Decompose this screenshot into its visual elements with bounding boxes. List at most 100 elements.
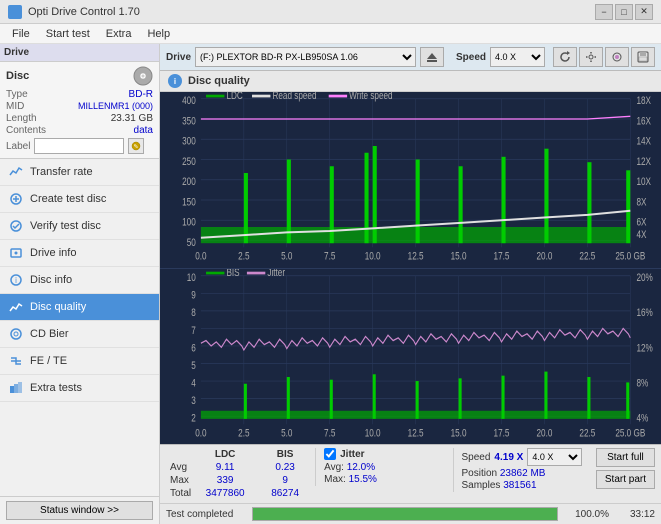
svg-text:✎: ✎	[134, 144, 139, 151]
svg-text:20%: 20%	[636, 272, 653, 284]
start-part-button[interactable]: Start part	[596, 470, 655, 489]
sidebar-item-transfer-rate[interactable]: Transfer rate	[0, 159, 159, 186]
chart-ldc: 400 350 300 250 200 150 100 50 18X 16X 1…	[160, 92, 661, 269]
sidebar-label-cd-bier: CD Bier	[30, 328, 69, 340]
svg-text:250: 250	[182, 156, 196, 168]
title-bar: Opti Drive Control 1.70 − □ ✕	[0, 0, 661, 24]
sidebar-item-drive-info[interactable]: Drive info	[0, 240, 159, 267]
svg-text:7.5: 7.5	[324, 427, 335, 439]
sidebar-item-extra-tests[interactable]: Extra tests	[0, 375, 159, 402]
stat-max-row: Max 339 9	[166, 474, 315, 487]
sidebar-label-create-test: Create test disc	[30, 193, 106, 205]
svg-text:i: i	[15, 276, 17, 285]
menu-bar: File Start test Extra Help	[0, 24, 661, 44]
sidebar-item-create-test-disc[interactable]: Create test disc	[0, 186, 159, 213]
save-button[interactable]	[631, 47, 655, 67]
disc-contents-row: Contents data	[6, 125, 153, 136]
svg-text:0.0: 0.0	[195, 250, 206, 262]
progress-row: Test completed 100.0% 33:12	[160, 504, 661, 524]
menu-extra[interactable]: Extra	[98, 26, 140, 42]
speed-dropdown[interactable]: 4.0 X	[490, 47, 545, 67]
svg-text:100: 100	[182, 217, 196, 229]
progress-time: 33:12	[615, 509, 655, 520]
jitter-header: Jitter	[324, 448, 452, 460]
svg-text:Read speed: Read speed	[272, 92, 316, 102]
svg-text:Write speed: Write speed	[349, 92, 392, 102]
nav-section: Transfer rate Create test disc Verify te…	[0, 159, 159, 496]
status-window-button[interactable]: Status window >>	[6, 501, 153, 520]
svg-text:400: 400	[182, 95, 196, 107]
ldc-bis-table: LDC BIS Avg 9.11 0.23 Max 339	[166, 448, 315, 500]
position-value: 23862 MB	[500, 468, 546, 479]
sidebar-item-disc-info[interactable]: i Disc info	[0, 267, 159, 294]
samples-value: 381561	[503, 480, 536, 491]
svg-text:8%: 8%	[636, 377, 648, 389]
disc-label-button[interactable]: ✎	[128, 138, 144, 154]
disc-info-icon: i	[8, 272, 24, 288]
svg-text:12.5: 12.5	[408, 250, 424, 262]
svg-text:20.0: 20.0	[536, 250, 552, 262]
app-title: Opti Drive Control 1.70	[28, 6, 140, 18]
charts-area: 400 350 300 250 200 150 100 50 18X 16X 1…	[160, 92, 661, 444]
drive-dropdown[interactable]: (F:) PLEXTOR BD-R PX-LB950SA 1.06	[195, 47, 416, 67]
disc-icon	[133, 66, 153, 86]
content-area: Drive (F:) PLEXTOR BD-R PX-LB950SA 1.06 …	[160, 44, 661, 524]
sidebar-label-disc-quality: Disc quality	[30, 301, 86, 313]
start-full-button[interactable]: Start full	[596, 448, 655, 467]
svg-text:Jitter: Jitter	[267, 269, 285, 279]
disc-quality-title: Disc quality	[188, 75, 250, 87]
svg-text:16%: 16%	[636, 307, 653, 319]
settings-icon	[585, 51, 597, 63]
progress-bar-container	[252, 507, 558, 521]
svg-text:2.5: 2.5	[238, 427, 249, 439]
svg-text:0.0: 0.0	[195, 427, 206, 439]
svg-text:BIS: BIS	[226, 269, 239, 279]
sidebar-item-verify-test-disc[interactable]: Verify test disc	[0, 213, 159, 240]
create-disc-icon	[8, 191, 24, 207]
menu-start-test[interactable]: Start test	[38, 26, 98, 42]
svg-text:6X: 6X	[636, 217, 647, 229]
sidebar-label-disc-info: Disc info	[30, 274, 72, 286]
settings-button[interactable]	[579, 47, 603, 67]
status-text: Test completed	[166, 509, 246, 520]
svg-text:4%: 4%	[636, 412, 648, 424]
refresh-button[interactable]	[553, 47, 577, 67]
menu-file[interactable]: File	[4, 26, 38, 42]
chart-ldc-svg: 400 350 300 250 200 150 100 50 18X 16X 1…	[160, 92, 661, 268]
svg-text:12X: 12X	[636, 156, 651, 168]
sidebar-label-extra-tests: Extra tests	[30, 382, 82, 394]
svg-text:8X: 8X	[636, 196, 647, 208]
svg-text:18X: 18X	[636, 95, 651, 107]
progress-percent: 100.0%	[564, 509, 609, 520]
disc-label-input[interactable]	[34, 138, 124, 154]
disc-mid-row: MID MILLENMR1 (000)	[6, 101, 153, 112]
label-icon: ✎	[131, 141, 141, 151]
close-button[interactable]: ✕	[635, 4, 653, 20]
svg-text:300: 300	[182, 136, 196, 148]
disc-quality-header: i Disc quality	[160, 71, 661, 92]
title-bar-left: Opti Drive Control 1.70	[8, 5, 140, 19]
disc-panel-title: Disc	[6, 70, 29, 82]
svg-text:22.5: 22.5	[579, 250, 595, 262]
jitter-checkbox[interactable]	[324, 448, 336, 460]
color-picker-button[interactable]	[605, 47, 629, 67]
speed-select[interactable]: 4.0 X	[527, 448, 582, 466]
svg-text:15.0: 15.0	[451, 427, 467, 439]
svg-text:25.0 GB: 25.0 GB	[615, 250, 645, 262]
stats-row: LDC BIS Avg 9.11 0.23 Max 339	[160, 445, 661, 504]
drive-info-icon	[8, 245, 24, 261]
eject-button[interactable]	[420, 47, 444, 67]
sidebar-item-disc-quality[interactable]: Disc quality	[0, 294, 159, 321]
menu-help[interactable]: Help	[139, 26, 178, 42]
main-layout: Drive Disc Type BD-R MID MILLENMR1 (000)	[0, 44, 661, 524]
svg-text:5.0: 5.0	[281, 250, 292, 262]
sidebar-item-cd-bier[interactable]: CD Bier	[0, 321, 159, 348]
sidebar-item-fe-te[interactable]: FE / TE	[0, 348, 159, 375]
save-icon	[637, 51, 649, 63]
maximize-button[interactable]: □	[615, 4, 633, 20]
jitter-label: Jitter	[340, 449, 364, 460]
speed-value: 4.19 X	[494, 452, 523, 463]
svg-text:7.5: 7.5	[324, 250, 335, 262]
minimize-button[interactable]: −	[595, 4, 613, 20]
svg-text:20.0: 20.0	[536, 427, 552, 439]
